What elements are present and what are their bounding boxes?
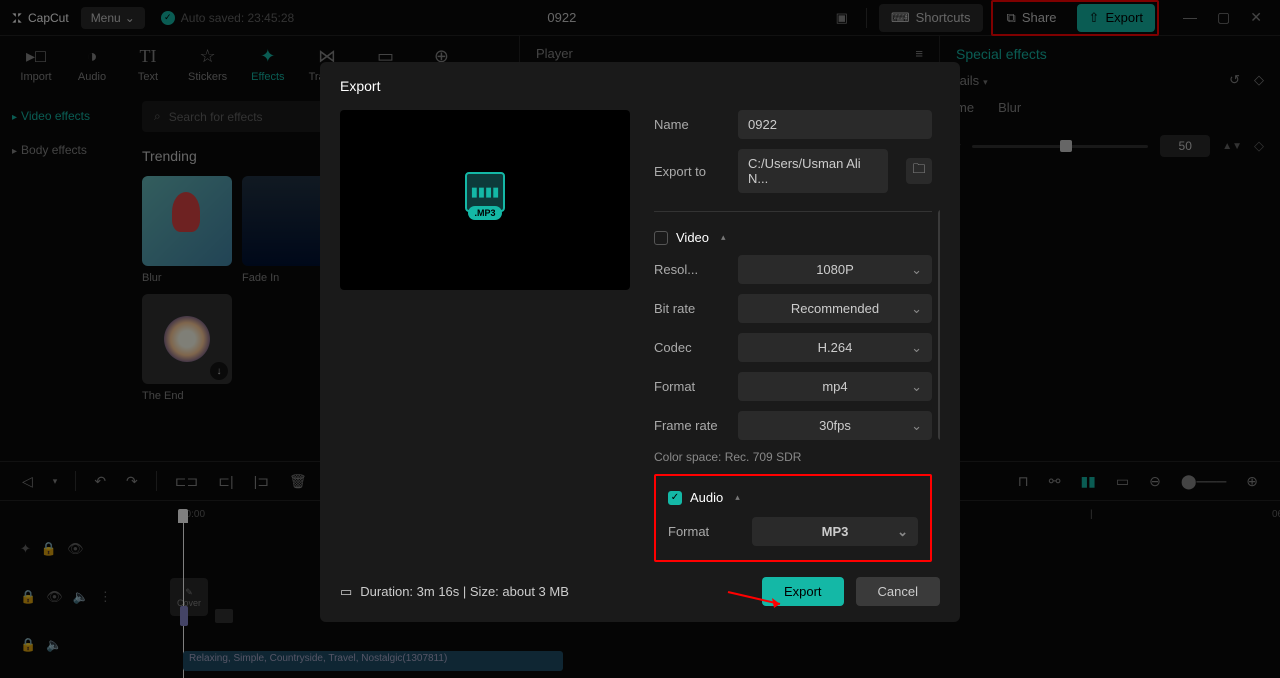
video-checkbox[interactable]	[654, 231, 668, 245]
folder-icon: 🗀	[912, 160, 925, 182]
row-exportto: Export to C:/Users/Usman Ali N... 🗀	[654, 149, 932, 193]
row-codec: CodecH.264	[654, 333, 932, 362]
export-modal: Export ▮▮▮▮ .MP3 Name 0922 Export to C:/…	[320, 62, 960, 622]
audio-section-head[interactable]: ✓ Audio ▴	[668, 490, 918, 505]
row-format: Formatmp4	[654, 372, 932, 401]
bitrate-select[interactable]: Recommended	[738, 294, 932, 323]
cancel-button[interactable]: Cancel	[856, 577, 940, 606]
row-name: Name 0922	[654, 110, 932, 139]
modal-body: ▮▮▮▮ .MP3 Name 0922 Export to C:/Users/U…	[340, 110, 940, 565]
form-scrollbar[interactable]	[938, 210, 940, 440]
codec-select[interactable]: H.264	[738, 333, 932, 362]
audio-checkbox[interactable]: ✓	[668, 491, 682, 505]
modal-footer: ▭ Duration: 3m 16s | Size: about 3 MB Ex…	[340, 577, 940, 606]
framerate-select[interactable]: 30fps	[738, 411, 932, 440]
film-icon: ▭	[340, 584, 352, 600]
resolution-select[interactable]: 1080P	[738, 255, 932, 284]
colorspace-info: Color space: Rec. 709 SDR	[654, 450, 932, 464]
exportto-input[interactable]: C:/Users/Usman Ali N...	[738, 149, 888, 193]
mp3-icon: ▮▮▮▮ .MP3	[461, 172, 509, 228]
folder-button[interactable]: 🗀	[906, 158, 932, 184]
format-select[interactable]: mp4	[738, 372, 932, 401]
export-form: Name 0922 Export to C:/Users/Usman Ali N…	[654, 110, 940, 565]
row-framerate: Frame rate30fps	[654, 411, 932, 440]
export-preview: ▮▮▮▮ .MP3	[340, 110, 630, 290]
chevron-up-icon[interactable]: ▴	[721, 232, 726, 243]
row-bitrate: Bit rateRecommended	[654, 294, 932, 323]
modal-title: Export	[340, 78, 940, 94]
video-section-head[interactable]: Video ▴	[654, 230, 932, 245]
chevron-up-icon[interactable]: ▴	[735, 492, 740, 503]
annotation-arrow	[724, 588, 794, 610]
row-audio-format: Format MP3	[668, 517, 918, 546]
export-info: ▭ Duration: 3m 16s | Size: about 3 MB	[340, 584, 750, 600]
name-input[interactable]: 0922	[738, 110, 932, 139]
audio-section-highlight: ✓ Audio ▴ Format MP3	[654, 474, 932, 562]
row-resolution: Resol...1080P	[654, 255, 932, 284]
audio-format-select[interactable]: MP3	[752, 517, 918, 546]
